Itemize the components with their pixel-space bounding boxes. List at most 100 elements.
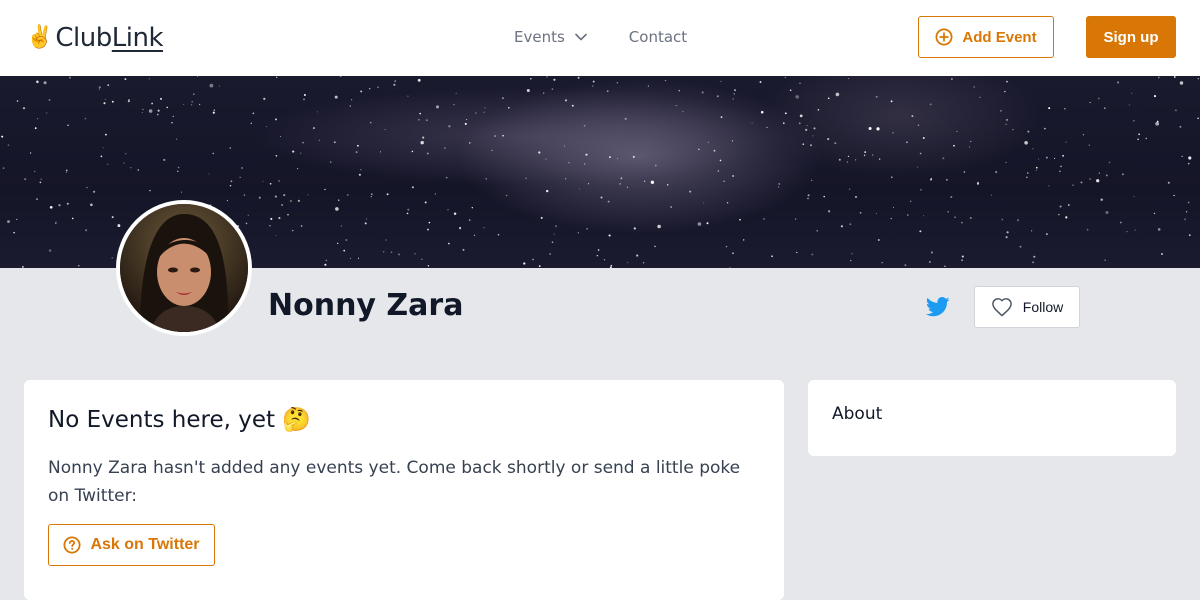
- star: [330, 161, 332, 163]
- star: [1012, 128, 1014, 131]
- star: [759, 81, 762, 83]
- star: [616, 158, 619, 160]
- star: [795, 95, 799, 99]
- star: [196, 76, 199, 77]
- star: [43, 81, 47, 85]
- about-card: About: [808, 380, 1176, 456]
- star: [291, 229, 294, 232]
- star: [995, 171, 998, 174]
- star: [307, 194, 309, 196]
- star: [419, 112, 422, 115]
- nav-contact-link[interactable]: Contact: [629, 26, 687, 48]
- star: [956, 130, 958, 132]
- signup-button[interactable]: Sign up: [1086, 16, 1176, 58]
- star: [24, 178, 27, 181]
- star: [78, 265, 80, 267]
- star: [538, 265, 541, 268]
- star: [46, 112, 48, 114]
- star: [447, 208, 449, 211]
- star: [325, 259, 327, 262]
- star: [421, 258, 423, 260]
- star: [453, 103, 455, 106]
- star: [417, 78, 421, 82]
- star: [619, 183, 622, 185]
- star: [424, 201, 427, 204]
- star: [1065, 216, 1068, 219]
- follow-button[interactable]: Follow: [974, 286, 1080, 328]
- star: [241, 167, 243, 169]
- star: [111, 100, 114, 103]
- star: [553, 78, 556, 81]
- star: [973, 86, 975, 88]
- star: [627, 262, 629, 264]
- star: [1105, 210, 1109, 215]
- star: [269, 182, 272, 185]
- star: [1100, 198, 1103, 201]
- star: [1108, 161, 1111, 164]
- star: [1004, 90, 1006, 93]
- star: [177, 170, 179, 172]
- star: [297, 168, 299, 170]
- star: [1031, 230, 1033, 232]
- star: [733, 89, 737, 92]
- star: [1134, 229, 1136, 231]
- star: [961, 255, 964, 258]
- star: [633, 227, 636, 230]
- star: [563, 145, 566, 147]
- star: [1133, 120, 1135, 122]
- star: [229, 147, 232, 149]
- star: [434, 193, 437, 195]
- star: [124, 78, 127, 81]
- star: [979, 96, 981, 98]
- site-header: ✌️ ClubLink Events Contact Add Event Sig…: [0, 0, 1200, 76]
- star: [720, 80, 722, 82]
- star: [1157, 228, 1161, 231]
- star: [729, 266, 731, 268]
- star: [229, 184, 232, 187]
- star: [1184, 218, 1187, 221]
- star: [945, 178, 948, 181]
- star: [418, 118, 420, 121]
- star: [1027, 172, 1029, 174]
- logo-text: ClubLink: [55, 22, 163, 54]
- star: [1131, 92, 1133, 94]
- star: [103, 102, 106, 105]
- star: [1089, 101, 1091, 104]
- events-empty-message: Nonny Zara hasn't added any events yet. …: [48, 458, 741, 506]
- star: [357, 144, 359, 147]
- star: [263, 97, 266, 100]
- twitter-icon[interactable]: [925, 296, 950, 318]
- star: [919, 152, 922, 155]
- star: [620, 177, 623, 180]
- events-card: No Events here, yet 🤔 Nonny Zara hasn't …: [24, 380, 784, 600]
- star: [1001, 218, 1004, 221]
- nav-events-dropdown[interactable]: Events: [514, 26, 587, 48]
- star: [55, 222, 57, 224]
- star: [49, 205, 53, 209]
- star: [1188, 234, 1191, 237]
- star: [93, 190, 96, 193]
- star: [636, 254, 639, 257]
- star: [1187, 162, 1190, 165]
- star: [183, 103, 185, 105]
- star: [731, 140, 734, 142]
- star: [377, 86, 379, 88]
- star: [1173, 76, 1176, 78]
- star: [929, 261, 931, 263]
- star: [502, 97, 504, 99]
- clublink-logo[interactable]: ✌️ ClubLink: [26, 22, 164, 54]
- add-event-button[interactable]: Add Event: [918, 16, 1054, 58]
- star: [2, 167, 5, 169]
- star: [1174, 109, 1177, 112]
- ask-on-twitter-button[interactable]: Ask on Twitter: [48, 524, 215, 566]
- star: [275, 234, 277, 237]
- star: [906, 214, 909, 216]
- star: [947, 211, 950, 213]
- star: [107, 84, 110, 87]
- star: [670, 206, 672, 208]
- star: [643, 180, 646, 183]
- star: [407, 95, 409, 97]
- follow-label: Follow: [1022, 299, 1064, 315]
- star: [664, 79, 667, 82]
- star: [838, 158, 841, 161]
